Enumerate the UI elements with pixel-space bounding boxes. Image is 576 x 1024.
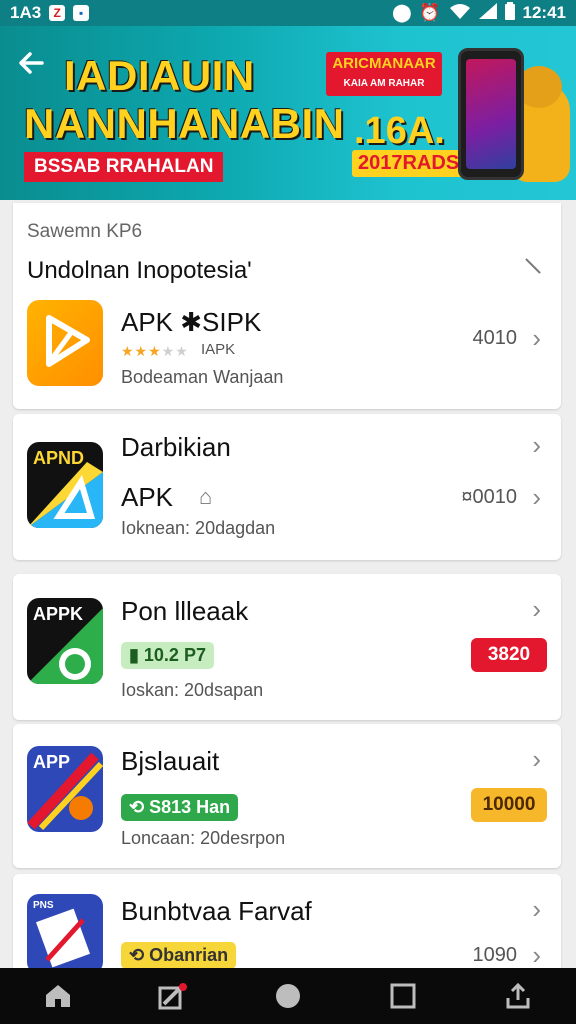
bottom-nav-bar (0, 968, 576, 1024)
chevron-right-icon[interactable]: › (532, 744, 541, 775)
wifi-icon (449, 3, 471, 24)
rating-stars-icon: ★★★★★ (121, 343, 189, 359)
app-name[interactable]: Bunbtvaa Farvaf (121, 896, 312, 927)
app-icon-label: APND (33, 448, 85, 468)
status-time-left: 1A3 (10, 3, 42, 22)
promo-box: ARICMANAAR KAIA AM RAHAR (326, 52, 442, 96)
app-number: 1090 (472, 944, 518, 966)
app-name[interactable]: APK ✱SIPK (121, 307, 261, 338)
package-icon: ⌂ (199, 484, 213, 509)
signal-icon (478, 2, 497, 24)
promo-box-sub: KAIA AM RAHAR (343, 78, 425, 89)
app-icon-app[interactable]: APP (27, 746, 103, 832)
app-name[interactable]: Darbikian (121, 432, 231, 463)
home-circle-icon[interactable] (266, 974, 310, 1018)
app-card[interactable]: APP Bjslauait ⟲ S813 Han Loncaan: 20desr… (13, 724, 561, 868)
price-button[interactable]: 3820 (471, 638, 547, 672)
battery-icon (504, 1, 515, 25)
section-title: Undolnan Inopotesia' (27, 257, 252, 284)
app-list-section: Sawemn KP6 Undolnan Inopotesia' APK ✱SIP… (13, 203, 561, 409)
app-subtitle: Bodeaman Wanjaan (121, 367, 284, 387)
app-subtitle: Ioskan: 20dsapan (121, 680, 264, 700)
app-icon-appk[interactable]: APPK (27, 598, 103, 684)
price-button[interactable]: 10000 (471, 788, 547, 822)
rating-label: IAPK (201, 341, 236, 358)
home-icon[interactable] (36, 974, 80, 1018)
share-icon[interactable] (496, 974, 540, 1018)
status-bar: 1A3 Z ▪ ⬤ ⏰ 12:41 (0, 0, 576, 26)
recents-icon[interactable] (381, 974, 425, 1018)
edit-icon[interactable] (151, 974, 195, 1018)
refresh-icon: ⟲ (129, 945, 150, 965)
app-icon-label: PNS (33, 900, 54, 911)
app-card[interactable]: PNS Bunbtvaa Farvaf ⟲ Obanrian 1090 › › (13, 874, 561, 974)
chevron-right-icon[interactable]: › (532, 430, 541, 461)
app-name[interactable]: Bjslauait (121, 746, 219, 777)
app-name-secondary: APK (121, 482, 174, 512)
app-card[interactable]: APND Darbikian APK ⌂ Ioknean: 20dagdan ¤… (13, 414, 561, 560)
promo-small-text: 2017RADS (352, 150, 466, 177)
app-card[interactable]: APPK Pon llleaak ▮ 10.2 P7 Ioskan: 20dsa… (13, 574, 561, 720)
promo-big-text: .16A. (354, 110, 445, 152)
status-time-right: 12:41 (522, 3, 566, 22)
version-badge: ⟲ Obanrian (121, 942, 237, 969)
banner-subtitle: BSSAB RRAHALAN (24, 152, 224, 182)
gallery-icon: ▪ (73, 5, 90, 21)
section-label: Sawemn KP6 (27, 221, 143, 242)
version-badge: ⟲ S813 Han (121, 794, 239, 821)
chevron-right-icon[interactable]: › (532, 940, 541, 971)
version-badge: ▮ 10.2 P7 (121, 642, 214, 669)
alarm-icon: ⏰ (419, 3, 441, 22)
app-subtitle: Ioknean: 20dagdan (121, 518, 276, 538)
chevron-right-icon[interactable]: › (532, 323, 541, 354)
app-number: 4010 (472, 327, 518, 349)
banner-title-line1: IADIAUIN (64, 52, 255, 99)
back-arrow-icon[interactable] (18, 50, 44, 84)
app-icon-pns[interactable]: PNS (27, 894, 103, 974)
chevron-right-icon[interactable]: › (532, 594, 541, 625)
chevron-right-icon[interactable]: › (532, 482, 541, 513)
banner-title-line2: NANNHANABIN (24, 100, 345, 147)
app-subtitle: Loncaan: 20desrpon (121, 828, 286, 848)
app-icon-label: APPK (33, 604, 84, 624)
promo-banner[interactable]: IADIAUIN NANNHANABIN BSSAB RRAHALAN ARIC… (0, 26, 576, 200)
app-icon-apnd[interactable]: APND (27, 442, 103, 528)
location-icon: ⬤ (392, 3, 412, 22)
collapse-icon[interactable] (525, 258, 541, 274)
app-icon-label: APP (33, 752, 71, 772)
app-number: ¤0010 (461, 486, 517, 508)
promo-box-title: ARICMANAAR (332, 55, 436, 72)
refresh-icon: ⟲ (129, 797, 150, 817)
phone-illustration (458, 48, 524, 180)
lock-icon: ▮ (129, 645, 144, 665)
chevron-right-icon[interactable]: › (532, 894, 541, 925)
app-icon-play[interactable] (27, 300, 103, 386)
app-name[interactable]: Pon llleaak (121, 596, 248, 627)
notification-icon: Z (49, 5, 66, 21)
